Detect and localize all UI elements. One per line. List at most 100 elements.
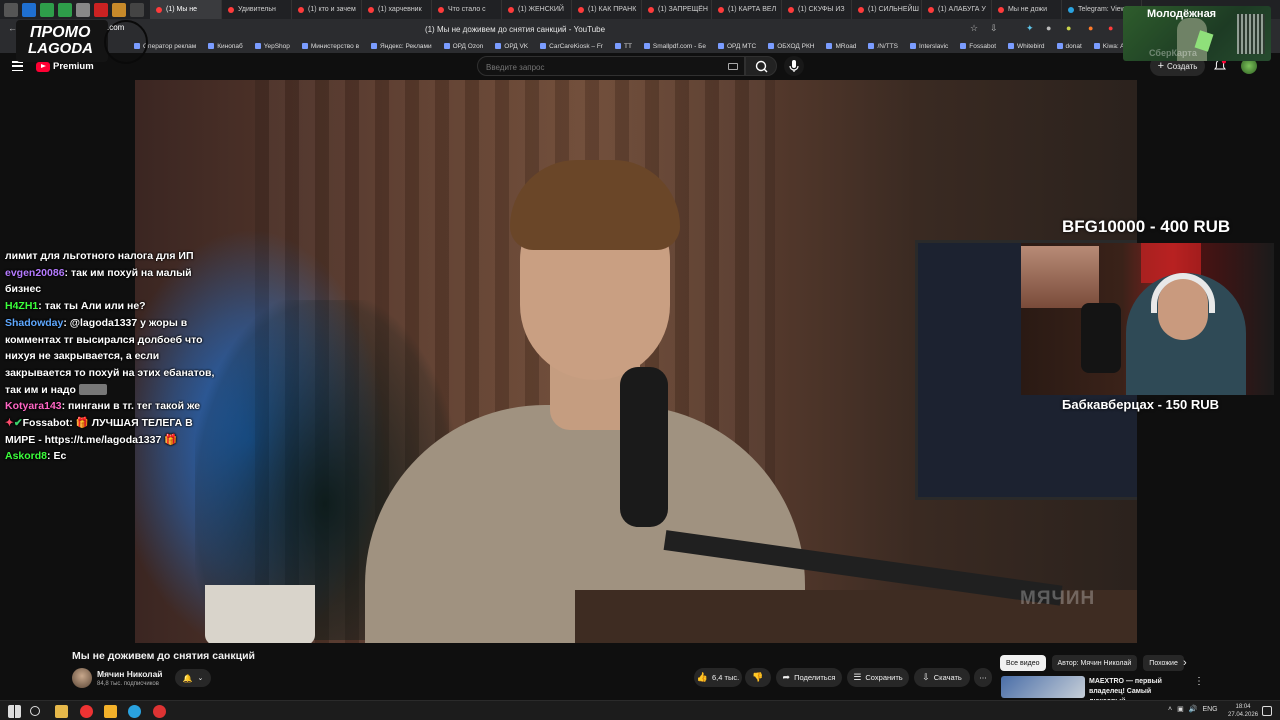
pinned-tab-icon[interactable] [22, 2, 36, 17]
browser-tab[interactable]: Что стало с [432, 0, 502, 19]
youtube-favicon-icon [438, 6, 444, 13]
bookmark-favicon-icon [495, 43, 502, 49]
extension-icon[interactable]: ● [1108, 23, 1113, 33]
pinned-tab-icon[interactable] [40, 2, 54, 17]
keyboard-icon[interactable] [728, 63, 738, 70]
bookmark-item[interactable]: ОБХОД РКН [768, 43, 814, 50]
browser-tab[interactable]: (1) кто и зачем [292, 0, 362, 19]
youtube-favicon-icon [298, 6, 304, 13]
language-indicator[interactable]: ENG [1202, 706, 1217, 713]
browser-tab[interactable]: (1) КАК ПРАНК [572, 0, 642, 19]
browser-menu-icon[interactable] [4, 2, 18, 17]
search-input[interactable] [478, 58, 708, 77]
bookmark-item[interactable]: CarCareKiosk – Fr [540, 43, 603, 50]
notifications-bell-icon[interactable] [1214, 59, 1226, 73]
share-button[interactable]: ➦ Поделиться [776, 668, 842, 687]
chip-related[interactable]: Похожие [1143, 655, 1184, 671]
plant-pot [205, 585, 315, 643]
channel-avatar[interactable] [72, 668, 92, 688]
bookmark-favicon-icon [254, 43, 261, 49]
bookmark-item[interactable]: Fossabot [960, 43, 996, 50]
clock[interactable]: 18:04 27.04.2026 [1228, 703, 1258, 719]
browser-tab[interactable]: Удивительн [222, 0, 292, 19]
related-filter-chips: Все видео Автор: Мячин Николай Похожие [1000, 655, 1184, 671]
pinned-tab-icon[interactable] [112, 2, 126, 17]
youtube-header: Premium + Создать [0, 53, 1280, 80]
browser-tab[interactable]: (1) СИЛЬНЕЙШ [852, 0, 922, 19]
bookmark-favicon-icon [1056, 43, 1063, 49]
bookmark-item[interactable]: /N/TTS [868, 43, 898, 50]
windows-start-icon[interactable] [8, 705, 21, 718]
bookmark-item[interactable]: YepShop [254, 43, 290, 50]
webcam-window [1021, 246, 1099, 308]
bookmark-item[interactable]: Яндекс: Реклами [371, 43, 432, 50]
hamburger-menu-icon[interactable] [12, 61, 23, 71]
network-icon[interactable]: ▣ [1177, 705, 1184, 713]
pinned-tab-icon[interactable] [94, 2, 108, 17]
file-explorer-icon[interactable] [55, 705, 68, 718]
dislike-button[interactable]: 👎 [745, 668, 771, 687]
extension-icon[interactable]: ● [1066, 23, 1071, 33]
pinned-tab-icon[interactable] [76, 2, 90, 17]
browser-tab[interactable]: (1) харчевник [362, 0, 432, 19]
download-button[interactable]: ⇩ Скачать [914, 668, 970, 687]
bookmark-item[interactable]: ОРД МТС [717, 43, 756, 50]
browser-tab[interactable]: (1) ЖЕНСКИЙ [502, 0, 572, 19]
app-icon[interactable] [104, 705, 117, 718]
app-icon[interactable] [153, 705, 166, 718]
browser-tab[interactable]: Мы не дожи [992, 0, 1062, 19]
bookmark-item[interactable]: donat [1056, 43, 1082, 50]
pinned-tab-icon[interactable] [130, 2, 144, 17]
recommended-thumbnail[interactable] [1001, 676, 1085, 698]
subscription-bell-button[interactable]: 🔔 ⌄ [175, 669, 211, 687]
download-icon[interactable]: ⇩ [990, 23, 998, 34]
bookmark-favicon-icon [614, 43, 621, 49]
youtube-logo[interactable]: Premium [36, 61, 94, 72]
extension-icon[interactable]: ✦ [1026, 23, 1034, 34]
bookmark-item[interactable]: ОРД Ozon [443, 43, 483, 50]
channel-name[interactable]: Мячин Николай [97, 669, 163, 679]
voice-search-button[interactable] [784, 56, 804, 76]
bookmark-item[interactable]: Whitebird [1008, 43, 1045, 50]
extension-icon[interactable]: ● [1046, 23, 1051, 33]
pinned-tab-icon[interactable] [58, 2, 72, 17]
search-icon[interactable] [30, 706, 40, 716]
recommended-more-icon[interactable]: ⋮ [1194, 676, 1204, 687]
bookmark-item[interactable]: Interslavic [910, 43, 948, 50]
like-button[interactable]: 👍 6,4 тыс. [694, 668, 742, 687]
chip-all-videos[interactable]: Все видео [1000, 655, 1046, 671]
bell-icon: 🔔 [182, 673, 193, 683]
save-button[interactable]: ☰ Сохранить [847, 668, 909, 687]
bookmark-item[interactable]: TT [614, 43, 632, 50]
bot-badge-icon: ✦ [5, 417, 14, 430]
youtube-favicon-icon [858, 6, 864, 13]
browser-tab[interactable]: (1) Мы не [150, 0, 222, 19]
chevron-right-icon[interactable]: › [1183, 657, 1187, 669]
browser-tab[interactable]: (1) АЛАБУГА У [922, 0, 992, 19]
telegram-icon[interactable] [128, 705, 141, 718]
youtube-favicon-icon [508, 6, 514, 13]
yandex-browser-icon[interactable] [80, 705, 93, 718]
bookmark-item[interactable]: Кинопаб [208, 43, 243, 50]
video-player[interactable]: МЯЧИН [135, 80, 1137, 643]
browser-tab[interactable]: (1) СКУФЫ ИЗ [782, 0, 852, 19]
donation-alert-bottom: Бабкавберцах - 150 RUB [1062, 397, 1219, 412]
bookmark-item[interactable]: Министерство в [301, 43, 359, 50]
browser-tab[interactable]: (1) ЗАПРЕЩЁН [642, 0, 712, 19]
chat-message: evgen20086: так им похуй на малый бизнес [5, 266, 192, 296]
search-button[interactable] [745, 56, 777, 76]
more-actions-button[interactable]: ⋯ [974, 668, 992, 687]
check-badge-icon: ✔ [13, 417, 23, 430]
youtube-play-icon [36, 61, 50, 72]
bookmark-star-icon[interactable]: ☆ [970, 23, 978, 34]
bookmark-item[interactable]: Smallpdf.com - Бе [643, 43, 706, 50]
chip-from-author[interactable]: Автор: Мячин Николай [1051, 655, 1138, 671]
notifications-icon[interactable] [1262, 706, 1272, 716]
extension-icon[interactable]: ● [1088, 23, 1093, 33]
bookmark-item[interactable]: MRoad [826, 43, 856, 50]
browser-tab[interactable]: (1) КАРТА ВЕЛ [712, 0, 782, 19]
volume-icon[interactable]: 🔊 [1189, 705, 1198, 713]
speaker-hair [510, 160, 680, 250]
chevron-up-icon[interactable]: ˄ [1168, 706, 1172, 713]
bookmark-item[interactable]: ОРД VK [495, 43, 528, 50]
